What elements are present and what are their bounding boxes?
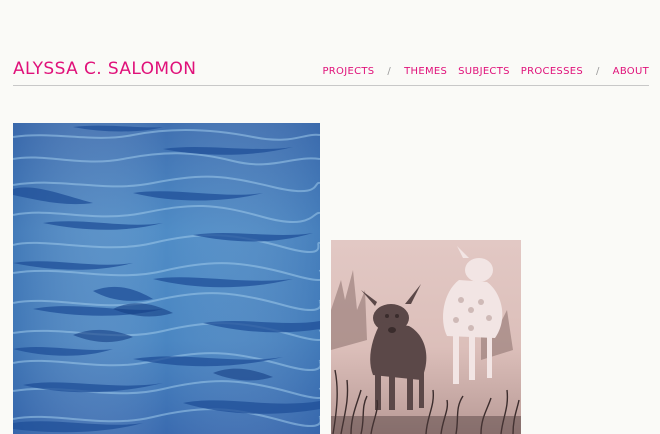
header-divider [13,85,649,86]
water-waves-photo[interactable] [13,123,320,434]
nav-subjects[interactable]: SUBJECTS [458,66,510,77]
nav-projects[interactable]: PROJECTS [322,66,374,77]
page: ALYSSA C. SALOMON PROJECTS / THEMES SUBJ… [0,0,660,434]
nav-separator: / [596,66,600,77]
main-nav: PROJECTS / THEMES SUBJECTS PROCESSES / A… [322,66,649,77]
nav-processes[interactable]: PROCESSES [521,66,583,77]
nav-themes[interactable]: THEMES [404,66,447,77]
two-deer-photo[interactable] [331,240,521,434]
site-title[interactable]: ALYSSA C. SALOMON [13,59,196,79]
nav-about[interactable]: ABOUT [613,66,649,77]
nav-separator: / [387,66,392,77]
